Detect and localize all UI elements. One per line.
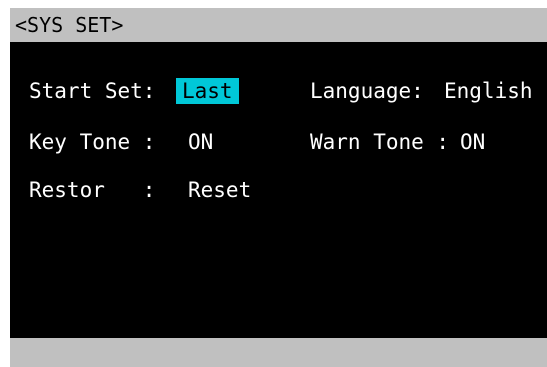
key-tone-label: Key Tone : bbox=[29, 130, 156, 154]
title-bar: <SYS SET> bbox=[10, 8, 547, 42]
language-value[interactable]: English bbox=[444, 78, 533, 104]
settings-panel: Start Set: Last Language: English Key To… bbox=[10, 42, 547, 338]
start-set-value[interactable]: Last bbox=[176, 78, 239, 104]
start-set-label: Start Set: bbox=[29, 79, 156, 103]
language-label: Language: bbox=[310, 79, 424, 103]
sys-set-screen: <SYS SET> Start Set: Last Language: Engl… bbox=[0, 0, 547, 367]
warn-tone-value[interactable]: ON bbox=[460, 129, 485, 155]
restor-value[interactable]: Reset bbox=[188, 177, 251, 203]
screen-title: <SYS SET> bbox=[15, 13, 124, 37]
warn-tone-label: Warn Tone : bbox=[310, 130, 450, 154]
restor-label: Restor : bbox=[29, 178, 156, 202]
softkey-bar bbox=[10, 338, 547, 367]
key-tone-value[interactable]: ON bbox=[188, 129, 213, 155]
